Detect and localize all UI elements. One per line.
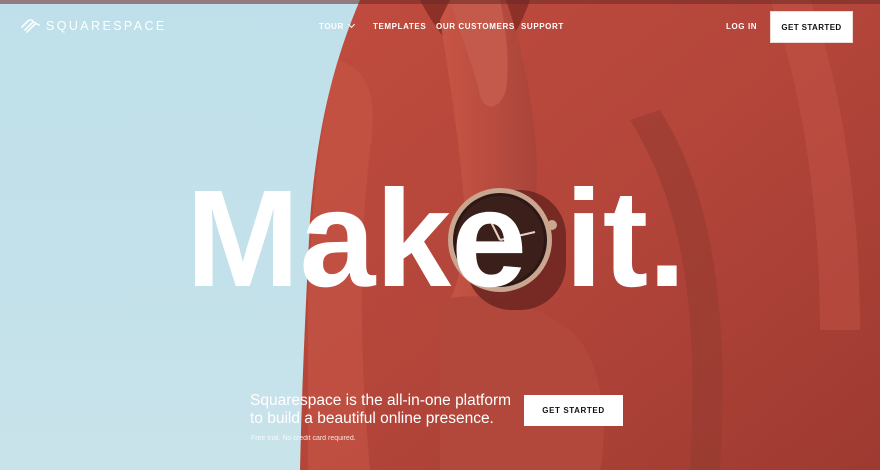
get-started-button-header[interactable]: GET STARTED <box>771 12 852 42</box>
nav-tour-label: TOUR <box>319 22 344 31</box>
hero-description-line-2: to build a beautiful online presence. <box>250 410 494 427</box>
hero-description: Squarespace is the all-in-one platform t… <box>250 392 520 428</box>
hero-headline-text: Make it. <box>186 168 686 308</box>
nav-templates[interactable]: TEMPLATES <box>373 22 426 31</box>
chevron-down-icon <box>347 20 355 29</box>
squarespace-logo-icon <box>21 19 40 33</box>
nav-tour[interactable]: TOUR <box>319 20 355 31</box>
hero-description-line-1: Squarespace is the all-in-one platform <box>250 392 512 409</box>
brand-logo[interactable]: SQUARESPACE <box>20 18 167 34</box>
free-trial-note: Free trial. No credit card required. <box>251 435 356 442</box>
top-navigation: SQUARESPACE TOUR TEMPLATES OUR CUSTOMERS… <box>0 0 880 56</box>
get-started-button-hero[interactable]: GET STARTED <box>524 395 623 426</box>
nav-support[interactable]: SUPPORT <box>521 22 564 31</box>
log-in-link[interactable]: LOG IN <box>726 22 757 31</box>
brand-name: SQUARESPACE <box>46 19 167 33</box>
hero-headline: Make it. <box>186 168 686 308</box>
nav-our-customers[interactable]: OUR CUSTOMERS <box>436 22 515 31</box>
